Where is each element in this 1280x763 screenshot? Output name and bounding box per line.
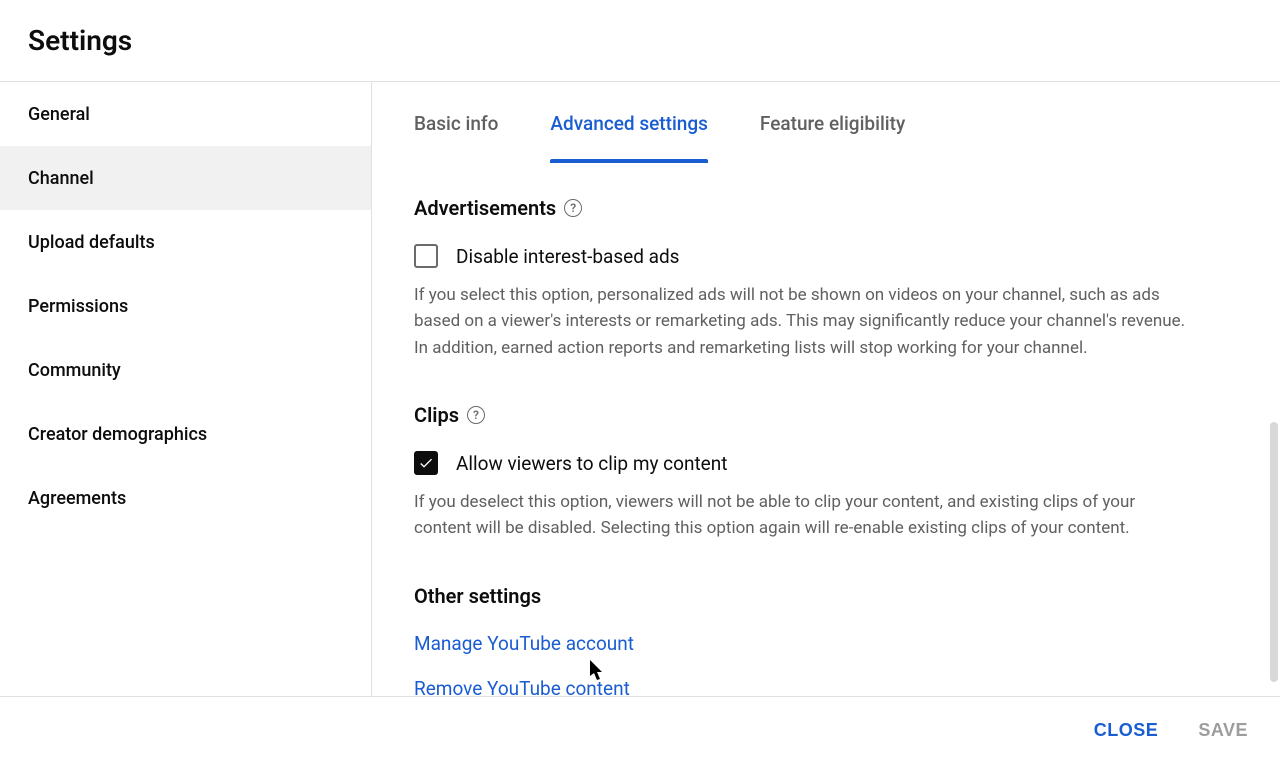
page-title: Settings	[28, 24, 132, 57]
help-icon[interactable]: ?	[467, 406, 485, 424]
settings-sidebar: General Channel Upload defaults Permissi…	[0, 82, 372, 696]
sidebar-item-label: Permissions	[28, 296, 128, 317]
save-button[interactable]: SAVE	[1194, 712, 1252, 749]
tab-label: Advanced settings	[550, 112, 708, 135]
sidebar-item-label: Creator demographics	[28, 424, 207, 445]
section-heading: Clips	[414, 403, 459, 427]
section-heading: Other settings	[414, 584, 541, 608]
tab-advanced-settings[interactable]: Advanced settings	[550, 84, 708, 161]
link-remove-youtube-content[interactable]: Remove YouTube content	[414, 677, 1190, 696]
tab-label: Feature eligibility	[760, 112, 905, 135]
checkbox-label: Disable interest-based ads	[456, 245, 680, 268]
sidebar-item-agreements[interactable]: Agreements	[0, 466, 371, 530]
sidebar-item-upload-defaults[interactable]: Upload defaults	[0, 210, 371, 274]
sidebar-item-creator-demographics[interactable]: Creator demographics	[0, 402, 371, 466]
sidebar-item-channel[interactable]: Channel	[0, 146, 371, 210]
checkbox-disable-interest-ads[interactable]	[414, 244, 438, 268]
section-clips: Clips ? Allow viewers to clip my content…	[414, 403, 1190, 542]
section-advertisements: Advertisements ? Disable interest-based …	[414, 196, 1190, 361]
sidebar-item-community[interactable]: Community	[0, 338, 371, 402]
sidebar-item-permissions[interactable]: Permissions	[0, 274, 371, 338]
section-description: If you select this option, personalized …	[414, 282, 1190, 361]
sidebar-item-label: Agreements	[28, 488, 126, 509]
dialog-footer: CLOSE SAVE	[0, 696, 1280, 763]
sidebar-item-label: Channel	[28, 168, 94, 189]
section-other-settings: Other settings Manage YouTube account Re…	[414, 584, 1190, 696]
tab-label: Basic info	[414, 112, 498, 135]
main-panel: Basic info Advanced settings Feature eli…	[372, 82, 1280, 696]
close-button[interactable]: CLOSE	[1090, 712, 1163, 749]
section-heading: Advertisements	[414, 196, 556, 220]
sidebar-item-general[interactable]: General	[0, 82, 371, 146]
dialog-header: Settings	[0, 0, 1280, 82]
tab-basic-info[interactable]: Basic info	[414, 84, 498, 161]
checkbox-allow-clips[interactable]	[414, 451, 438, 475]
sidebar-item-label: Upload defaults	[28, 232, 155, 253]
link-manage-youtube-account[interactable]: Manage YouTube account	[414, 632, 1190, 655]
scrollbar-thumb[interactable]	[1270, 422, 1278, 682]
section-description: If you deselect this option, viewers wil…	[414, 489, 1190, 542]
tab-bar: Basic info Advanced settings Feature eli…	[372, 82, 1280, 164]
tab-feature-eligibility[interactable]: Feature eligibility	[760, 84, 905, 161]
sidebar-item-label: General	[28, 104, 90, 125]
sidebar-item-label: Community	[28, 360, 121, 381]
help-icon[interactable]: ?	[564, 199, 582, 217]
checkbox-label: Allow viewers to clip my content	[456, 452, 727, 475]
